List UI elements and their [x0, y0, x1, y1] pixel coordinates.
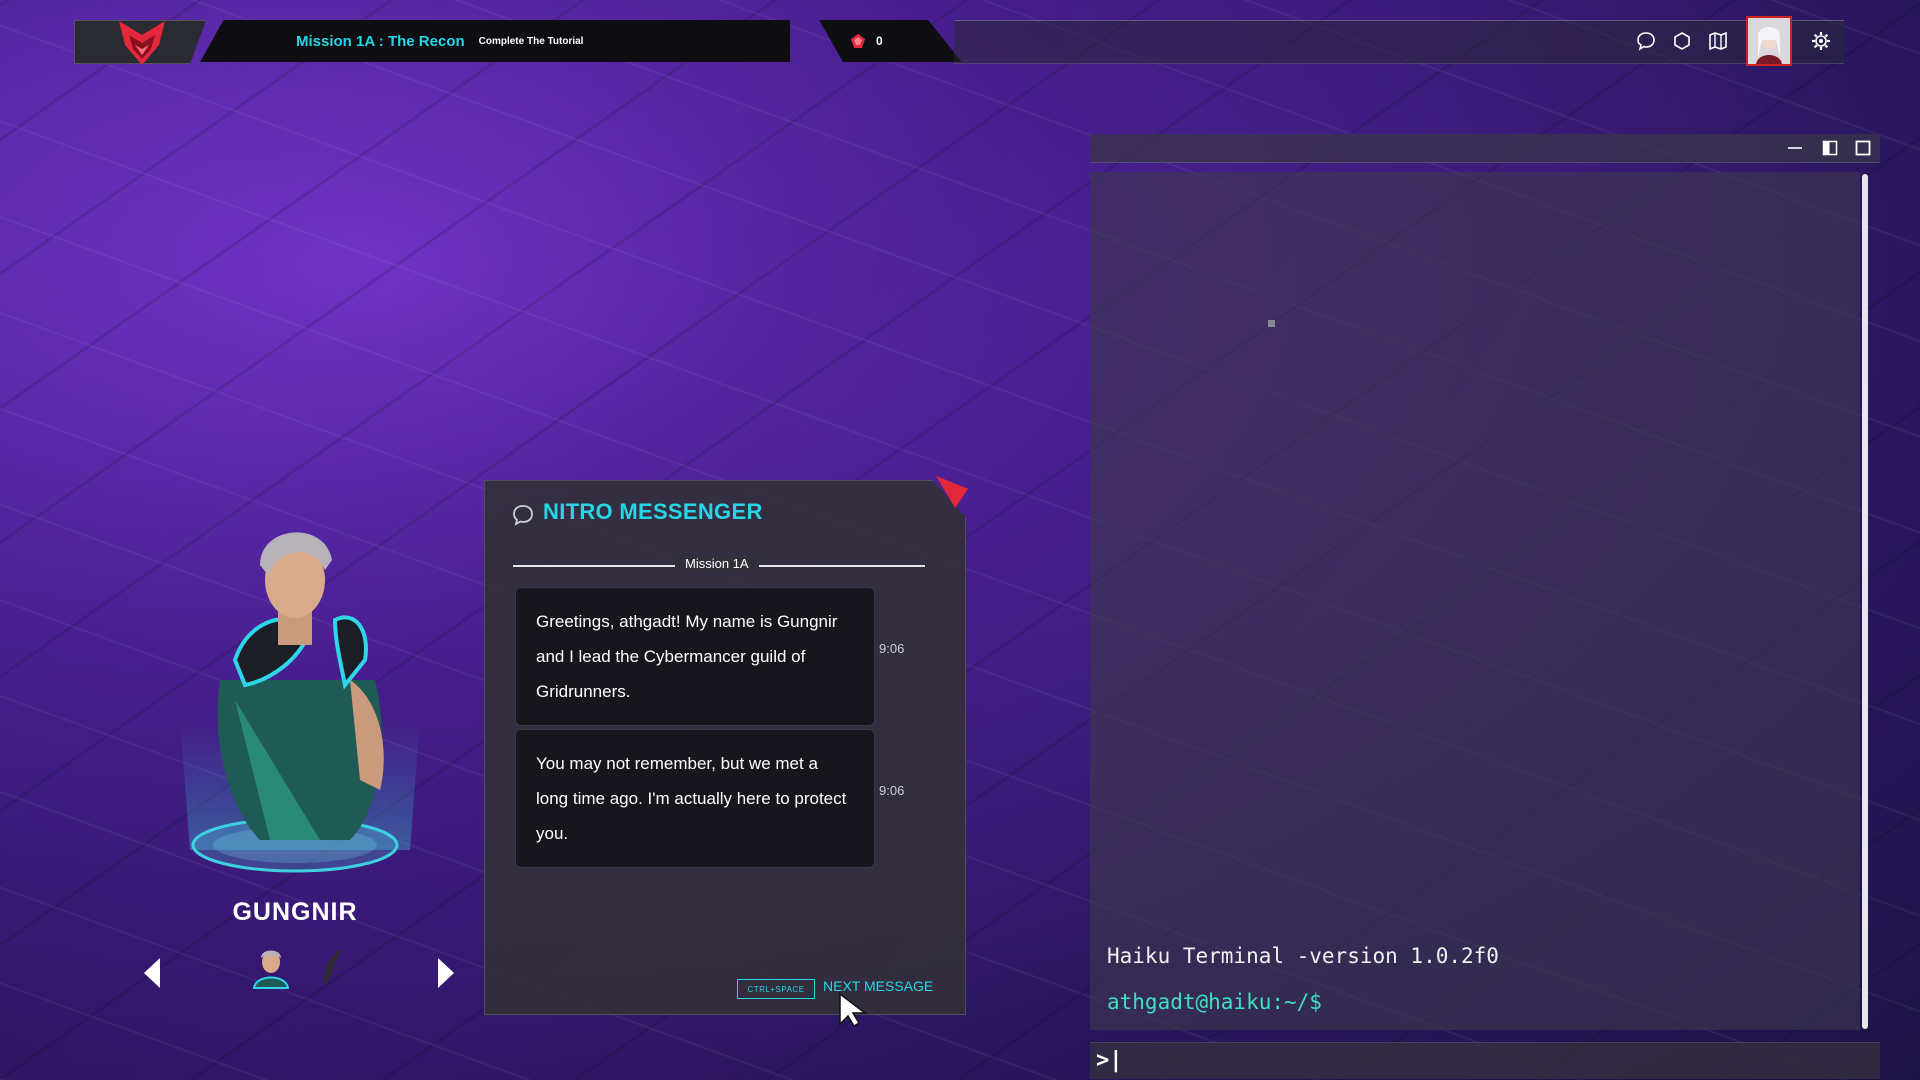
currency-counter[interactable]: 0 — [819, 20, 962, 62]
hexagon-icon — [1674, 32, 1690, 50]
keyboard-shortcut-badge: CTRL+SPACE — [737, 979, 815, 999]
terminal-output[interactable] — [1090, 172, 1860, 1030]
terminal-input-caret: >| — [1096, 1048, 1123, 1073]
mouse-cursor-icon — [839, 992, 868, 1028]
mission-title: Mission 1A : The Recon — [296, 32, 465, 50]
terminal-artifact — [1268, 320, 1275, 327]
player-portrait-icon — [1748, 18, 1790, 64]
hexagon-button[interactable] — [1671, 30, 1693, 52]
terminal-window: Haiku Terminal -version 1.0.2f0 athgadt@… — [1090, 134, 1880, 1079]
section-label: Mission 1A — [675, 556, 759, 571]
character-name: GUNGNIR — [232, 898, 358, 926]
chat-button[interactable] — [1635, 30, 1657, 52]
feather-wing-icon — [323, 948, 346, 986]
minimize-button[interactable] — [1786, 139, 1804, 157]
mission-banner[interactable]: Mission 1A : The Recon Complete The Tuto… — [200, 20, 790, 62]
red-gem-icon — [851, 34, 865, 48]
previous-character-button[interactable] — [142, 956, 162, 990]
split-view-button[interactable] — [1821, 139, 1839, 157]
split-view-icon — [1822, 140, 1838, 156]
mission-subtitle: Complete The Tutorial — [478, 35, 584, 47]
message-time: 9:06 — [879, 783, 905, 798]
gungnir-thumbnail-icon — [252, 950, 290, 989]
currency-count: 0 — [876, 34, 883, 48]
top-bar: Mission 1A : The Recon Complete The Tuto… — [74, 16, 1844, 66]
messenger-title: NITRO MESSENGER — [543, 499, 763, 524]
character-thumbnail-gungnir[interactable] — [248, 944, 294, 990]
game-logo[interactable] — [74, 20, 206, 64]
terminal-prompt: athgadt@haiku:~/$ — [1107, 990, 1322, 1014]
chat-icon — [513, 505, 533, 526]
settings-button[interactable] — [1810, 30, 1832, 52]
chat-icon — [1637, 32, 1655, 51]
gear-icon — [1812, 32, 1830, 50]
map-button[interactable] — [1707, 30, 1729, 52]
maximize-icon — [1855, 140, 1871, 156]
character-thumbnail-second[interactable] — [312, 944, 358, 990]
arrow-left-icon — [144, 958, 160, 988]
maximize-button[interactable] — [1854, 139, 1872, 157]
fox-logo-icon — [119, 21, 165, 64]
message-bubble: Greetings, athgadt! My name is Gungnir a… — [515, 587, 875, 726]
character-portrait — [150, 510, 450, 890]
gungnir-hologram-icon — [180, 532, 420, 873]
arrow-right-icon — [438, 958, 454, 988]
next-character-button[interactable] — [436, 956, 456, 990]
terminal-input[interactable]: >| — [1090, 1042, 1880, 1079]
map-icon — [1709, 31, 1727, 51]
terminal-titlebar[interactable] — [1090, 134, 1880, 163]
terminal-version-line: Haiku Terminal -version 1.0.2f0 — [1107, 944, 1499, 968]
nitro-messenger-panel: NITRO MESSENGER Mission 1A Greetings, at… — [484, 480, 966, 1015]
avatar[interactable] — [1746, 16, 1792, 66]
message-time: 9:06 — [879, 641, 905, 656]
message-bubble: You may not remember, but we met a long … — [515, 729, 875, 868]
terminal-scrollbar[interactable] — [1862, 174, 1868, 1029]
minimize-icon — [1788, 147, 1802, 149]
